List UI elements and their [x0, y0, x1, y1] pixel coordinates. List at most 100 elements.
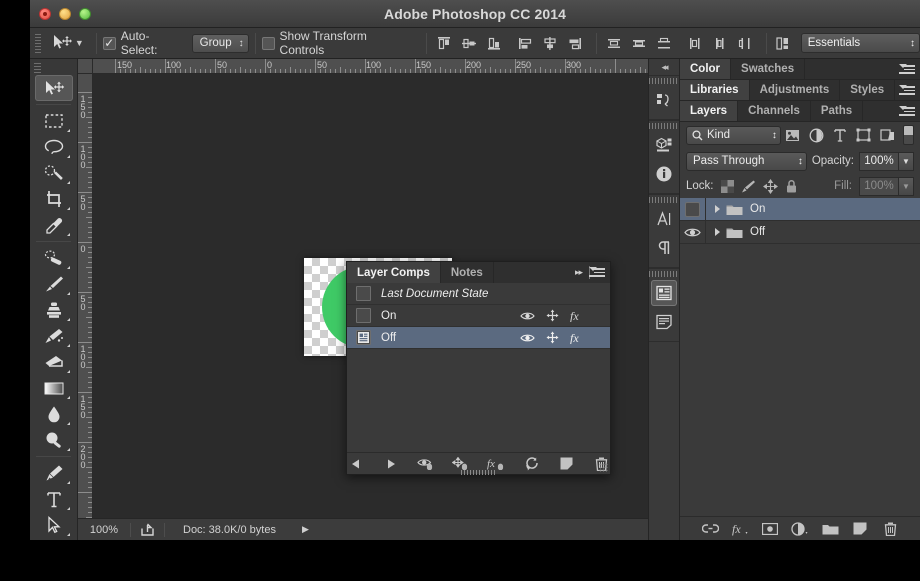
auto-align-layers-icon[interactable] [773, 32, 795, 54]
panel-resize-grip[interactable] [460, 470, 497, 475]
active-tool-preview[interactable]: ▼ [46, 34, 90, 52]
link-layers-icon[interactable] [701, 520, 719, 538]
show-transform-controls-checkbox[interactable] [261, 36, 275, 50]
character-panel-icon[interactable] [651, 206, 677, 232]
layer-visibility-toggle[interactable] [680, 198, 706, 220]
layer-style-fx-icon[interactable]: fx [731, 520, 749, 538]
options-bar-grip[interactable] [33, 32, 43, 54]
panel-menu-icon[interactable] [589, 266, 605, 278]
opacity-stepper[interactable]: ▼ [899, 151, 914, 171]
distribute-top-edges-icon[interactable] [603, 32, 625, 54]
pen-tool-button[interactable] [35, 460, 73, 486]
smart-object-filter-icon[interactable] [875, 124, 899, 146]
3d-panel-icon[interactable] [651, 132, 677, 158]
fill-stepper[interactable]: ▼ [899, 176, 914, 196]
list-item[interactable]: On fx [347, 305, 610, 327]
auto-select-scope-select[interactable]: Group [191, 33, 249, 53]
tab-channels[interactable]: Channels [738, 101, 811, 121]
new-adjustment-layer-icon[interactable] [791, 520, 809, 538]
layer-comps-panel-icon[interactable] [651, 280, 677, 306]
layer-comps-panel[interactable]: Layer Comps Notes ▸▸ Last Document State… [346, 261, 611, 475]
shape-layer-filter-icon[interactable] [852, 124, 876, 146]
list-item[interactable]: Off fx [347, 327, 610, 349]
crop-tool-button[interactable] [35, 186, 73, 212]
share-icon[interactable] [131, 523, 164, 536]
align-horizontal-centers-icon[interactable] [539, 32, 561, 54]
type-tool-button[interactable] [35, 486, 73, 512]
ruler-origin-corner[interactable] [78, 59, 93, 74]
tab-layer-comps[interactable]: Layer Comps [347, 262, 441, 283]
table-row[interactable]: On [680, 198, 920, 221]
distribute-left-edges-icon[interactable] [684, 32, 706, 54]
play-arrow-icon[interactable]: ▶ [302, 524, 309, 535]
fill-value-field[interactable]: 100% [859, 176, 899, 196]
rail-grip[interactable] [649, 195, 679, 204]
group-expand-twisty-icon[interactable] [715, 205, 720, 213]
adjustment-layer-filter-icon[interactable] [805, 124, 829, 146]
pixel-layer-filter-icon[interactable] [781, 124, 805, 146]
type-layer-filter-icon[interactable] [828, 124, 852, 146]
update-visibility-icon[interactable] [417, 455, 434, 473]
align-top-edges-icon[interactable] [433, 32, 455, 54]
previous-comp-icon[interactable] [347, 455, 364, 473]
dodge-tool-button[interactable] [35, 427, 73, 453]
group-expand-twisty-icon[interactable] [715, 228, 720, 236]
next-comp-icon[interactable] [382, 455, 399, 473]
lock-position-icon[interactable] [762, 178, 778, 194]
info-panel-icon[interactable] [651, 161, 677, 187]
blend-mode-select[interactable]: Pass Through [686, 151, 807, 171]
filter-enable-switch[interactable] [903, 125, 914, 145]
eyedropper-tool-button[interactable] [35, 212, 73, 238]
lock-all-icon[interactable] [785, 179, 798, 194]
table-row[interactable]: Off [680, 221, 920, 244]
resize-grip-icon[interactable] [599, 463, 608, 472]
horizontal-ruler[interactable]: 150 100 50 0 50 100 150 200 250 300 [93, 59, 680, 74]
panel-menu-icon[interactable] [899, 84, 915, 96]
lock-transparent-pixels-icon[interactable] [720, 179, 734, 193]
paragraph-panel-icon[interactable] [651, 235, 677, 261]
zoom-level-field[interactable]: 100% [78, 524, 130, 536]
path-selection-tool-button[interactable] [35, 512, 73, 538]
new-layer-icon[interactable] [851, 520, 869, 538]
toolbox-grip[interactable] [30, 63, 77, 75]
tab-swatches[interactable]: Swatches [731, 59, 806, 79]
workspace-switcher[interactable]: Essentials [800, 33, 920, 53]
list-item[interactable]: Last Document State [347, 283, 610, 305]
tab-paths[interactable]: Paths [811, 101, 864, 121]
lock-image-pixels-icon[interactable] [741, 179, 756, 193]
lasso-tool-button[interactable] [35, 134, 73, 160]
align-bottom-edges-icon[interactable] [483, 32, 505, 54]
apply-comp-checkbox[interactable] [356, 286, 371, 301]
rail-grip[interactable] [649, 121, 679, 130]
layer-filter-kind-select[interactable]: Kind [686, 125, 781, 145]
vertical-ruler[interactable]: 150 100 50 0 50 100 150 200 [78, 74, 93, 518]
rectangular-marquee-tool-button[interactable] [35, 108, 73, 134]
tab-color[interactable]: Color [680, 59, 732, 79]
rail-grip[interactable] [649, 269, 679, 278]
distribute-right-edges-icon[interactable] [734, 32, 756, 54]
new-comp-icon[interactable] [558, 455, 575, 473]
update-comp-icon[interactable] [523, 455, 540, 473]
tool-preset-chevron-down-icon[interactable]: ▼ [75, 38, 84, 48]
rail-grip[interactable] [649, 76, 679, 85]
new-group-icon[interactable] [821, 520, 839, 538]
history-panel-icon[interactable] [651, 87, 677, 113]
blur-tool-button[interactable] [35, 401, 73, 427]
clone-stamp-tool-button[interactable] [35, 297, 73, 323]
tab-styles[interactable]: Styles [840, 80, 896, 100]
panel-menu-icon[interactable] [899, 63, 915, 75]
align-vertical-centers-icon[interactable] [458, 32, 480, 54]
quick-selection-tool-button[interactable] [35, 160, 73, 186]
notes-panel-icon[interactable] [651, 309, 677, 335]
eraser-tool-button[interactable] [35, 349, 73, 375]
tab-layers[interactable]: Layers [680, 101, 739, 121]
gradient-tool-button[interactable] [35, 375, 73, 401]
double-arrow-right-icon[interactable]: ▸▸ [575, 267, 583, 278]
distribute-bottom-edges-icon[interactable] [653, 32, 675, 54]
applied-comp-indicator-icon[interactable] [356, 330, 371, 345]
opacity-value-field[interactable]: 100% [859, 151, 899, 171]
double-chevron-left-icon[interactable]: ◂◂ [649, 59, 679, 75]
move-tool-button[interactable] [34, 75, 73, 101]
history-brush-tool-button[interactable] [35, 323, 73, 349]
add-layer-mask-icon[interactable] [761, 520, 779, 538]
